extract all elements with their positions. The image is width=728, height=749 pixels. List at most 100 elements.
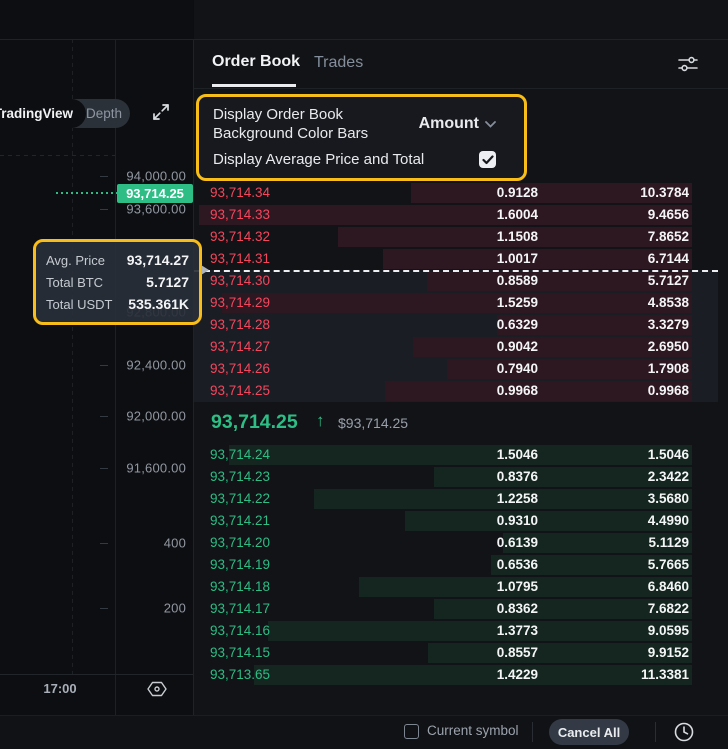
bid-total: 9.0595 (648, 620, 689, 642)
ask-row[interactable]: 93,714.311.00176.7144 (194, 248, 718, 270)
depth-bar (229, 445, 692, 465)
tooltip-pointer (201, 265, 209, 275)
order-book-settings-popover: Display Order Book Background Color Bars… (196, 94, 527, 181)
axis-tick (100, 543, 108, 544)
tooltip-label: Total BTC (46, 275, 103, 290)
bid-price: 93,714.19 (210, 554, 270, 576)
bid-row[interactable]: 93,714.221.22583.5680 (194, 488, 718, 510)
bid-row[interactable]: 93,714.210.93104.4990 (194, 510, 718, 532)
axis-tick (100, 608, 108, 609)
last-price: 93,714.25 (211, 411, 298, 434)
dropdown-value: Amount (419, 115, 479, 133)
bid-row[interactable]: 93,714.150.85579.9152 (194, 642, 718, 664)
tooltip-value: 5.7127 (146, 274, 189, 290)
bid-price: 93,714.17 (210, 598, 270, 620)
tooltip-row: Total BTC 5.7127 (46, 271, 189, 293)
setting-avg-price-label: Display Average Price and Total (213, 151, 424, 168)
ask-row[interactable]: 93,714.270.90422.6950 (194, 336, 718, 358)
ask-row[interactable]: 93,714.291.52594.8538 (194, 292, 718, 314)
bid-row[interactable]: 93,714.190.65365.7665 (194, 554, 718, 576)
bid-price: 93,713.65 (210, 664, 270, 686)
ask-row[interactable]: 93,714.300.85895.7127 (194, 270, 718, 292)
avg-price-checkbox[interactable] (479, 151, 496, 168)
axis-tick (100, 416, 108, 417)
tab-depth[interactable]: Depth (86, 99, 130, 128)
bid-amount: 0.6139 (497, 532, 538, 554)
ask-amount: 1.6004 (497, 204, 538, 226)
ask-row[interactable]: 93,714.331.60049.4656 (194, 204, 718, 226)
clock-history-icon[interactable] (672, 720, 696, 749)
bid-amount: 0.8376 (497, 466, 538, 488)
ask-total: 5.7127 (648, 270, 689, 292)
ask-price: 93,714.31 (210, 248, 270, 270)
bid-row[interactable]: 93,713.651.422911.3381 (194, 664, 718, 686)
volume-axis-label: 400 (164, 536, 186, 551)
ask-amount: 1.1508 (497, 226, 538, 248)
price-axis-label: 94,000.00 (126, 169, 186, 184)
up-arrow-icon: ↑ (316, 411, 325, 431)
ask-amount: 0.8589 (497, 270, 538, 292)
hexagon-settings-icon[interactable] (146, 678, 168, 705)
bid-price: 93,714.16 (210, 620, 270, 642)
current-price-line (56, 192, 117, 194)
divider (193, 39, 194, 715)
bid-amount: 0.8362 (497, 598, 538, 620)
divider (655, 722, 656, 742)
bid-price: 93,714.24 (210, 444, 270, 466)
bid-row[interactable]: 93,714.16 1.3773 9.0595 (194, 620, 718, 642)
bid-row[interactable]: 93,714.200.61395.1129 (194, 532, 718, 554)
tab-order-book[interactable]: Order Book (212, 53, 300, 71)
axis-tick (100, 365, 108, 366)
axis-tick (100, 468, 108, 469)
price-axis-label: 92,000.00 (126, 409, 186, 424)
bid-row[interactable]: 93,714.170.83627.6822 (194, 598, 718, 620)
current-symbol-checkbox[interactable] (404, 724, 419, 739)
chart-panel: TradingView Depth 94,000.00 93,600.00 92… (0, 0, 193, 749)
bid-amount: 0.8557 (497, 642, 538, 664)
bid-amount: 1.4229 (497, 664, 538, 686)
depth-bar (385, 381, 692, 401)
ask-row[interactable]: 93,714.340.912810.3784 (194, 182, 718, 204)
bid-row[interactable]: 93,714.241.50461.5046 (194, 444, 718, 466)
tab-tradingview[interactable]: TradingView (0, 99, 86, 128)
color-bars-mode-dropdown[interactable]: Amount (419, 115, 496, 133)
bid-amount: 1.3773 (497, 620, 538, 642)
tooltip-row: Avg. Price 93,714.27 (46, 249, 189, 271)
tooltip-value: 93,714.27 (127, 252, 189, 268)
depth-bar (254, 665, 692, 685)
ask-total: 6.7144 (648, 248, 689, 270)
ask-amount: 1.5259 (497, 292, 538, 314)
cancel-all-button[interactable]: Cancel All (549, 719, 629, 745)
ask-total: 0.9968 (648, 380, 689, 402)
bid-row[interactable]: 93,714.181.07956.8460 (194, 576, 718, 598)
ask-row[interactable]: 93,714.321.15087.8652 (194, 226, 718, 248)
sliders-icon[interactable] (676, 52, 700, 81)
ask-row[interactable]: 93,714.250.99680.9968 (194, 380, 718, 402)
tab-trades[interactable]: Trades (314, 54, 363, 72)
expand-icon[interactable] (149, 100, 173, 129)
last-price-row[interactable]: 93,714.25 ↑ $93,714.25 (194, 402, 718, 444)
bid-price: 93,714.18 (210, 576, 270, 598)
current-symbol-label: Current symbol (427, 723, 519, 738)
depth-bar (199, 205, 692, 225)
ask-row[interactable]: 93,714.260.79401.7908 (194, 358, 718, 380)
depth-bar (268, 621, 692, 641)
chart-view-toggle[interactable]: TradingView Depth (0, 99, 130, 128)
bid-row[interactable]: 93,714.230.83762.3422 (194, 466, 718, 488)
bid-price: 93,714.20 (210, 532, 270, 554)
tooltip-value: 535.361K (128, 296, 189, 312)
bid-price: 93,714.23 (210, 466, 270, 488)
price-axis-label: 91,600.00 (126, 461, 186, 476)
ask-total: 1.7908 (648, 358, 689, 380)
avg-price-tooltip: Avg. Price 93,714.27 Total BTC 5.7127 To… (33, 239, 202, 325)
axis-tick (100, 176, 108, 177)
price-axis-label: 93,600.00 (126, 202, 186, 217)
bid-price: 93,714.22 (210, 488, 270, 510)
ask-price: 93,714.28 (210, 314, 270, 336)
ask-price: 93,714.33 (210, 204, 270, 226)
ask-row[interactable]: 93,714.280.63293.3279 (194, 314, 718, 336)
bid-total: 4.4990 (648, 510, 689, 532)
hover-separator-line (194, 270, 718, 272)
bid-price: 93,714.15 (210, 642, 270, 664)
bid-total: 5.7665 (648, 554, 689, 576)
